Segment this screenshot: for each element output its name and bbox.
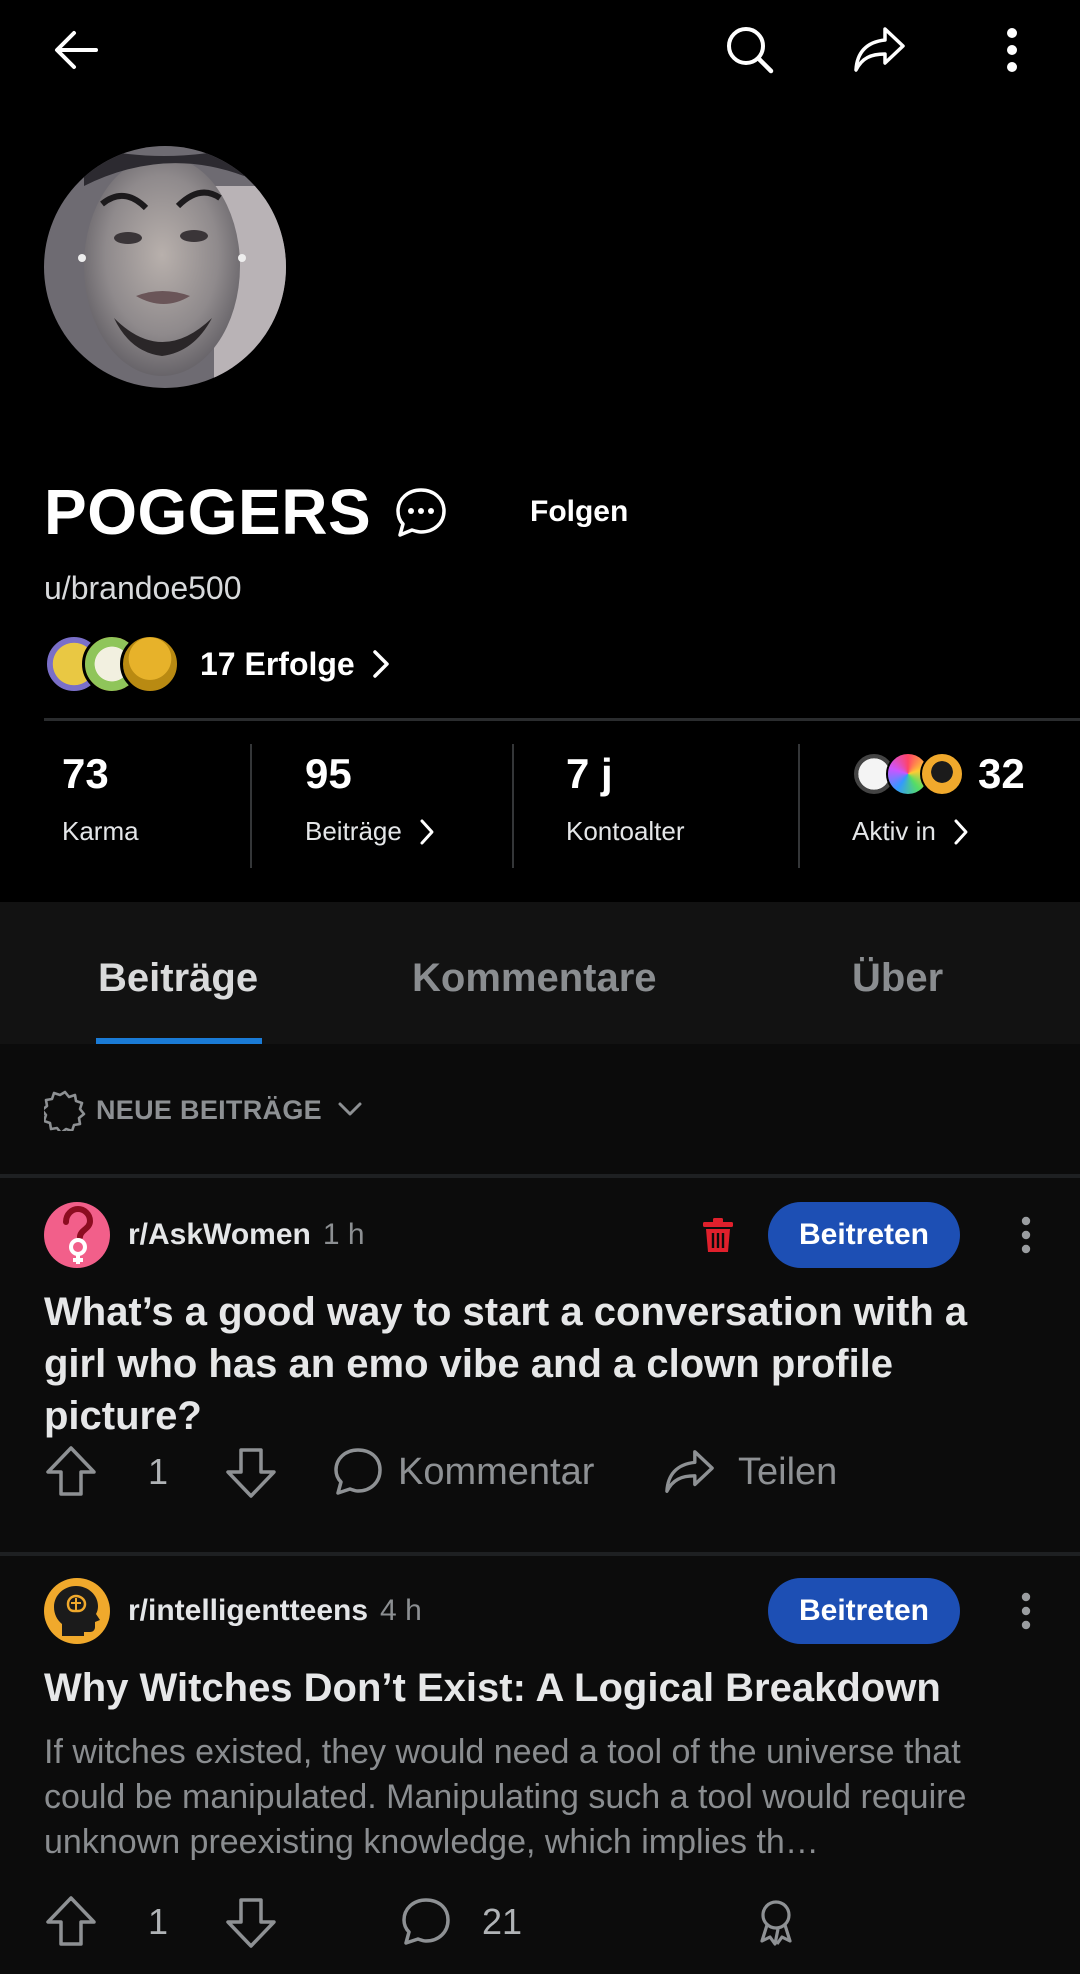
back-arrow-icon [55,31,98,69]
chevron-right-icon [371,648,391,680]
stat-active-in[interactable]: 32 Aktiv in [852,748,1025,847]
post-header: r/AskWomen 1 h [44,1202,365,1268]
question-woman-icon [63,1205,94,1264]
post-more-button[interactable] [1006,1578,1046,1644]
more-options-button[interactable] [976,14,1048,86]
new-burst-icon [44,1090,86,1131]
comment-button[interactable]: Kommentar [332,1440,594,1504]
display-name: POGGERS [44,476,372,548]
comment-bubble-icon [402,1898,450,1945]
comment-count: 21 [482,1901,523,1942]
share-label: Teilen [738,1450,838,1493]
post-title[interactable]: Why Witches Don’t Exist: A Logical Break… [44,1662,1034,1714]
delete-post-button[interactable] [696,1202,740,1268]
karma-value: 73 [62,750,109,797]
award-icon [760,1900,792,1946]
tab-about[interactable]: Über [852,956,943,1001]
stat-divider [512,744,514,868]
comment-button[interactable]: 21 [400,1890,522,1954]
upvote-button[interactable] [44,1890,98,1954]
username: u/brandoe500 [44,570,242,606]
active-in-label: Aktiv in [852,816,936,846]
search-icon [727,27,774,74]
brain-head-icon [54,1586,100,1636]
posts-value: 95 [305,750,352,797]
post-header: r/intelligentteens 4 h [44,1578,422,1644]
top-bar [0,0,1080,96]
vote-count: 1 [148,1451,169,1492]
chevron-right-icon [954,819,968,844]
upvote-arrow-icon [46,1446,96,1496]
sort-bar: NEUE BEITRÄGE [0,1044,1080,1174]
trash-icon [703,1218,733,1252]
upvote-button[interactable] [44,1440,98,1504]
downvote-button[interactable] [224,1440,278,1504]
stat-posts[interactable]: 95 Beiträge [305,748,436,847]
post-card[interactable]: r/intelligentteens 4 h Beitreten Why Wit… [0,1556,1080,1974]
tab-comments[interactable]: Kommentare [412,956,657,1001]
post-time: 4 h [380,1594,422,1627]
achievements-row[interactable]: 17 Erfolge [44,632,391,696]
posts-label: Beiträge [305,816,402,846]
sort-dropdown[interactable]: NEUE BEITRÄGE [44,1088,368,1132]
share-button[interactable]: Teilen [662,1440,837,1504]
post-title[interactable]: What’s a good way to start a conversatio… [44,1286,1034,1442]
post-time: 1 h [322,1218,365,1251]
achievements-label: 17 Erfolge [200,645,355,682]
subreddit-icon[interactable] [44,1202,110,1268]
comment-label: Kommentar [398,1450,595,1493]
avatar-image [44,146,286,388]
community-3-icon [920,752,964,796]
post-more-button[interactable] [1006,1202,1046,1268]
more-vertical-icon [1021,1592,1031,1630]
karma-label: Karma [62,816,139,846]
award-button[interactable] [754,1890,798,1954]
account-age-value: 7 j [566,750,613,797]
search-button[interactable] [714,14,786,86]
downvote-arrow-icon [226,1448,276,1498]
stat-karma: 73 Karma [62,748,139,847]
subreddit-name[interactable]: r/intelligentteens [128,1594,368,1628]
chat-bubble-icon [396,488,446,537]
join-subreddit-button[interactable]: Beitreten [768,1202,960,1268]
subreddit-icon[interactable] [44,1578,110,1644]
stat-divider [250,744,252,868]
more-vertical-icon [1007,28,1017,72]
sort-label: NEUE BEITRÄGE [96,1094,322,1125]
stat-account-age: 7 j Kontoalter [566,748,685,847]
share-icon [665,1450,714,1493]
subreddit-name[interactable]: r/AskWomen [128,1218,311,1252]
tab-posts[interactable]: Beiträge [98,956,258,1001]
chevron-right-icon [420,819,434,844]
join-subreddit-button[interactable]: Beitreten [768,1578,960,1644]
achievement-badge-3-icon [120,634,180,694]
account-age-label: Kontoalter [566,816,685,846]
stat-divider [798,744,800,868]
share-profile-button[interactable] [844,14,916,86]
vote-count: 1 [148,1901,169,1942]
profile-avatar[interactable] [44,146,286,388]
post-actions: 1 21 [44,1890,1044,1954]
chevron-down-icon [338,1102,362,1116]
profile-divider [44,718,1080,721]
upvote-arrow-icon [46,1896,96,1946]
post-body-preview[interactable]: If witches existed, they would need a to… [44,1730,1044,1865]
start-chat-button[interactable] [388,480,454,546]
back-button[interactable] [40,14,112,86]
post-actions: 1 Kommentar Teilen [44,1440,1044,1504]
downvote-arrow-icon [226,1898,276,1948]
profile-tabs: Beiträge Kommentare Über [0,902,1080,1044]
active-in-value: 32 [978,750,1025,797]
comment-bubble-icon [334,1448,382,1495]
more-vertical-icon [1021,1216,1031,1254]
post-card[interactable]: r/AskWomen 1 h Beitreten What’s a good w… [0,1178,1080,1552]
downvote-button[interactable] [224,1890,278,1954]
share-icon [854,27,905,72]
follow-button[interactable]: Folgen [516,484,642,540]
